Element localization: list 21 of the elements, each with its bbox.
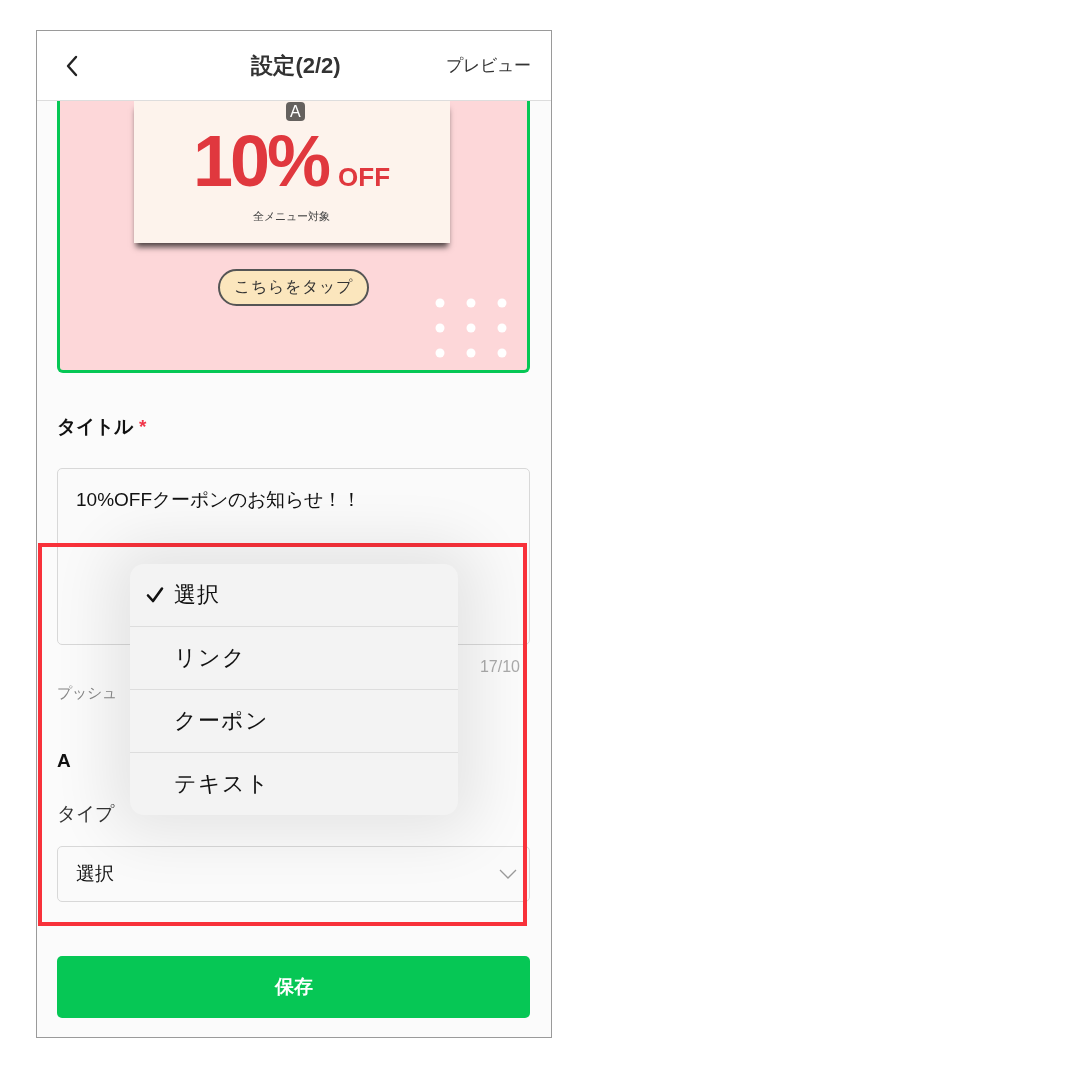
type-label: タイプ: [57, 802, 116, 826]
push-hint: プッシュ: [57, 683, 118, 703]
preview-link[interactable]: プレビュー: [446, 54, 531, 77]
back-icon: [65, 54, 79, 77]
menu-option[interactable]: クーポン: [130, 689, 458, 752]
type-select[interactable]: 選択: [57, 846, 530, 902]
check-icon: [146, 586, 164, 604]
select-value: 選択: [76, 862, 114, 886]
dots-pattern: [435, 298, 507, 358]
screen-title: 設定(2/2): [251, 51, 341, 80]
discount-text: 10%: [192, 121, 329, 201]
required-mark: *: [139, 415, 147, 439]
section-heading: A: [57, 750, 72, 772]
character-counter: 17/10: [479, 657, 520, 677]
off-text: OFF: [338, 162, 391, 193]
coupon-note: 全メニュー対象: [253, 209, 330, 224]
menu-option[interactable]: 選択: [130, 564, 458, 626]
field-label: タイトル: [57, 415, 133, 439]
menu-option[interactable]: リンク: [130, 626, 458, 689]
menu-option[interactable]: テキスト: [130, 752, 458, 815]
chevron-down-icon: [499, 869, 517, 879]
